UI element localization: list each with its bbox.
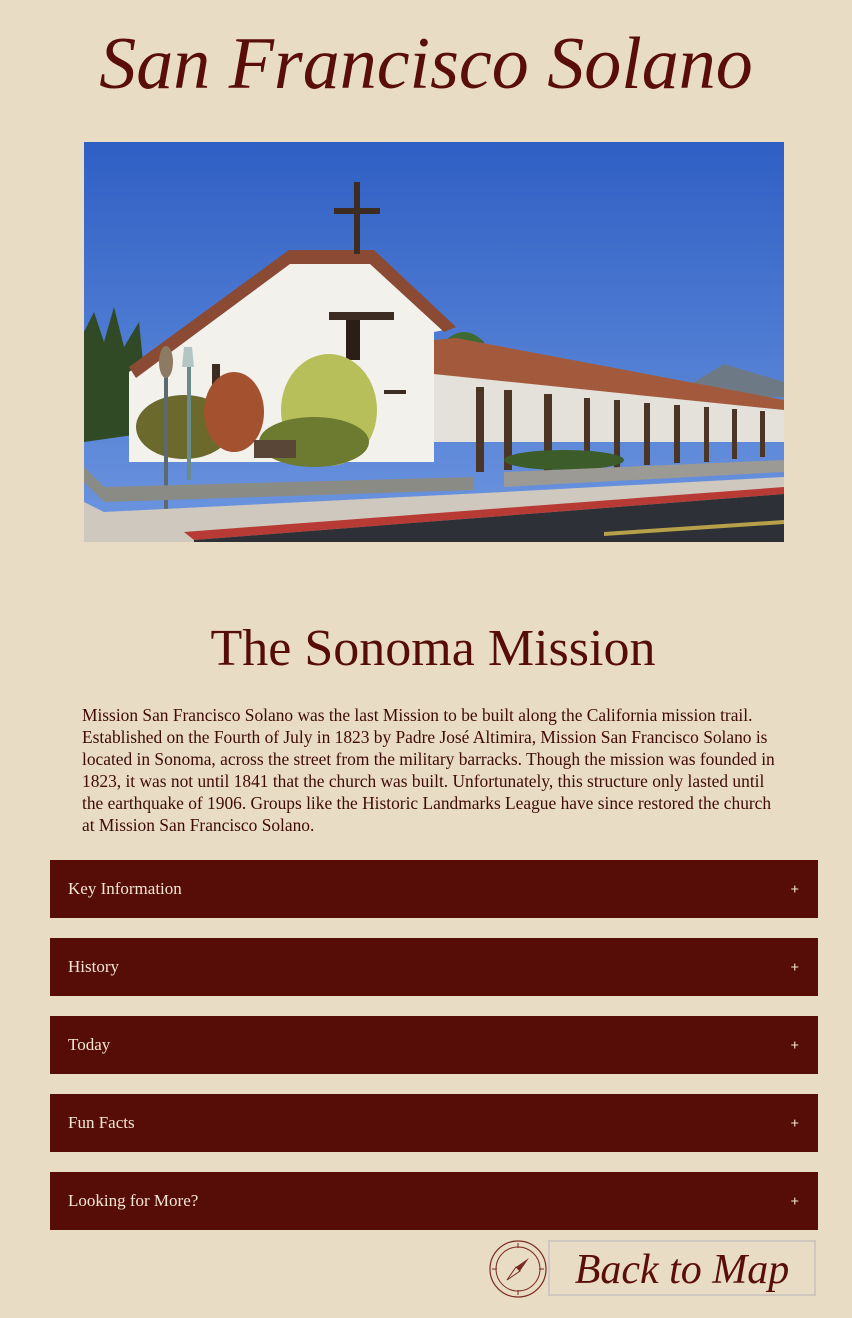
accordion-label: History <box>68 957 119 976</box>
expand-plus-icon[interactable]: + <box>790 1173 799 1231</box>
mission-photo <box>84 142 784 542</box>
accordion-today[interactable]: Today + <box>50 1016 818 1074</box>
expand-plus-icon[interactable]: + <box>790 1095 799 1153</box>
section-title: The Sonoma Mission <box>210 620 656 677</box>
accordion-key-information[interactable]: Key Information + <box>50 860 818 918</box>
accordion-label: Today <box>68 1035 111 1054</box>
expand-plus-icon[interactable]: + <box>790 861 799 919</box>
compass-icon[interactable] <box>489 1240 547 1298</box>
page-title: San Francisco Solano <box>99 23 753 105</box>
expand-plus-icon[interactable]: + <box>790 1017 799 1075</box>
accordion-looking-for-more[interactable]: Looking for More? + <box>50 1172 818 1230</box>
back-to-map-button[interactable]: Back to Map <box>548 1240 816 1296</box>
accordion-label: Key Information <box>68 879 182 898</box>
accordion-history[interactable]: History + <box>50 938 818 996</box>
accordion-label: Fun Facts <box>68 1113 135 1132</box>
expand-plus-icon[interactable]: + <box>790 939 799 997</box>
intro-paragraph: Mission San Francisco Solano was the las… <box>82 705 775 835</box>
accordion-fun-facts[interactable]: Fun Facts + <box>50 1094 818 1152</box>
accordion-label: Looking for More? <box>68 1191 199 1210</box>
